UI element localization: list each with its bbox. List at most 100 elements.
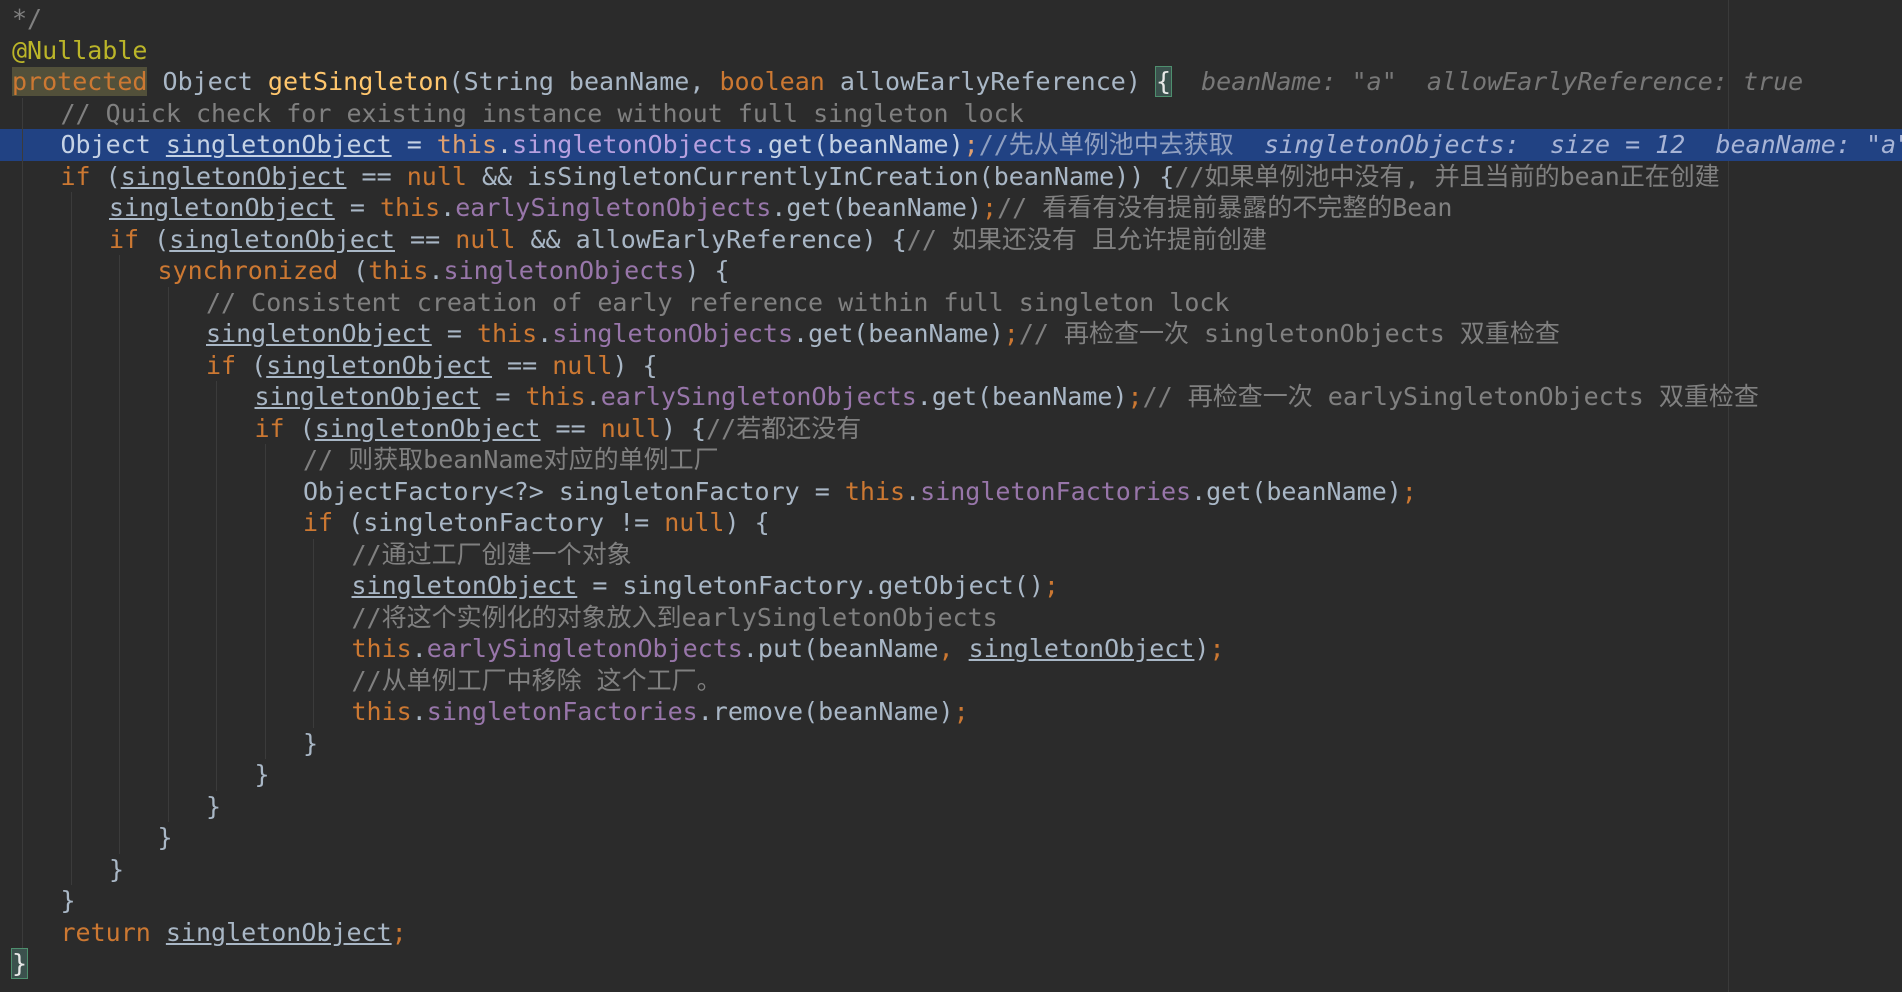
code-line[interactable]: this.earlySingletonObjects.put(beanName,… [0,633,1902,665]
code-text: ObjectFactory<?> singletonFactory = this… [303,476,1417,508]
code-text: } [10,948,29,980]
indent-guide [70,633,72,665]
code-token: . [440,193,456,222]
code-token: } [254,760,270,789]
variable-token: singletonObject [109,193,335,222]
indent-guide [70,822,72,854]
code-token: . [585,382,601,411]
keyword-token: this [368,256,429,285]
code-line[interactable]: this.singletonFactories.remove(beanName)… [0,696,1902,728]
comment-token: //将这个实例化的对象放入到earlySingletonObjects [351,602,998,632]
indent-guide [119,696,120,728]
code-line[interactable]: ObjectFactory<?> singletonFactory = this… [0,475,1902,508]
indent-guide [313,696,314,728]
code-token: } [206,791,222,821]
code-line[interactable]: if (singletonObject == null && isSinglet… [0,160,1902,192]
comment-token: // 再检查一次 earlySingletonObjects 双重检查 [1142,382,1759,411]
code-line[interactable]: singletonObject = singletonFactory.getOb… [0,570,1902,602]
indent-guide [70,664,72,696]
indent-guide [22,129,23,161]
code-line[interactable]: return singletonObject; [0,916,1902,948]
code-line[interactable]: } [0,790,1902,822]
code-line[interactable]: singletonObject = this.earlySingletonObj… [0,192,1902,224]
code-line[interactable]: } [0,885,1902,917]
code-line[interactable]: singletonObject = this.singletonObjects.… [0,318,1902,350]
code-token: . [905,476,921,506]
indent-guide [264,633,266,665]
code-token: && isSingletonCurrentlyInCreation(beanNa… [466,161,1175,191]
code-text: synchronized (this.singletonObjects) { [158,255,730,287]
keyword-token: this [351,634,412,663]
keyword-token: this [476,319,538,348]
indent-guide [119,349,120,381]
code-token: . [411,697,427,726]
indent-guide [167,727,169,759]
code-line[interactable]: if (singletonObject == null) { [0,349,1902,381]
indent-guide [22,412,23,444]
code-line[interactable]: } [0,759,1902,791]
indent-guide [313,633,314,665]
indent-guide [22,601,23,633]
code-line[interactable]: if (singletonObject == null) {//若都还没有 [0,412,1902,444]
code-line[interactable]: //通过工厂创建一个对象 [0,538,1902,570]
indent-guide [119,570,120,602]
code-text: Object singletonObject = this.singletonO… [61,129,1902,161]
code-line[interactable]: //从单例工厂中移除 这个工厂。 [0,664,1902,696]
indent-guide [119,381,120,413]
code-text: @Nullable [12,35,147,67]
indent-guide [313,570,314,602]
indent-guide [70,790,72,822]
keyword-token: synchronized [157,256,339,285]
indent-guide [167,570,169,602]
indent-guide [70,223,72,255]
comment-token: //通过工厂创建一个对象 [351,539,632,569]
code-token: && allowEarlyReference) { [515,224,907,254]
indent-guide [70,286,72,318]
code-text: // Quick check for existing instance wit… [61,98,1024,130]
code-line[interactable]: if (singletonObject == null && allowEarl… [0,223,1902,255]
code-line[interactable]: if (singletonFactory != null) { [0,507,1902,539]
keyword-token: ; [1401,476,1417,506]
indent-guide [119,507,120,539]
field-token: earlySingletonObjects [600,382,917,411]
keyword-token: ; [1003,319,1019,348]
code-line[interactable]: } [0,948,1902,980]
code-token: = [431,319,477,348]
code-line[interactable]: } [0,853,1902,885]
code-line-current[interactable]: Object singletonObject = this.singletonO… [0,129,1902,161]
code-line[interactable]: protected Object getSingleton(String bea… [0,66,1902,98]
code-line[interactable]: // Quick check for existing instance wit… [0,97,1902,130]
code-editor[interactable]: */@Nullable protected Object getSingleton… [0,0,1902,992]
comment-token: // 如果还没有 且允许提前创建 [906,224,1267,254]
code-text: // 则获取beanName对应的单例工厂 [303,444,719,476]
indent-guide [70,349,72,381]
keyword-token: if [60,161,91,191]
keyword-token: , [938,634,969,663]
code-token: = singletonFactory.getObject() [577,571,1044,600]
code-line[interactable]: singletonObject = this.earlySingletonObj… [0,381,1902,413]
code-text: // Consistent creation of early referenc… [206,287,1230,319]
indent-guide [70,696,72,728]
code-text: singletonObject = this.earlySingletonObj… [109,192,1452,224]
code-token: ( [90,161,121,191]
code-line[interactable]: // 则获取beanName对应的单例工厂 [0,444,1902,476]
keyword-token: this [436,130,498,159]
code-token: == [346,161,407,191]
code-line[interactable]: } [0,822,1902,854]
code-line[interactable]: @Nullable [0,35,1902,67]
keyword-token: this [351,697,412,726]
keyword-token: if [254,413,285,443]
indent-guide [167,664,169,696]
field-token: singletonObjects [512,130,753,159]
method-name-token: getSingleton [267,67,449,96]
code-line[interactable]: synchronized (this.singletonObjects) { [0,255,1902,287]
code-text: singletonObject = this.earlySingletonObj… [255,381,1759,413]
code-line[interactable]: */ [0,3,1902,35]
inline-debug-hint: beanName: "a" allowEarlyReference: true [1171,67,1804,96]
code-line[interactable]: // Consistent creation of early referenc… [0,286,1902,319]
indent-guide [70,412,72,444]
indent-guide [70,601,72,633]
code-line[interactable]: } [0,727,1902,759]
code-line[interactable]: //将这个实例化的对象放入到earlySingletonObjects [0,601,1902,634]
code-text: //将这个实例化的对象放入到earlySingletonObjects [352,602,998,634]
